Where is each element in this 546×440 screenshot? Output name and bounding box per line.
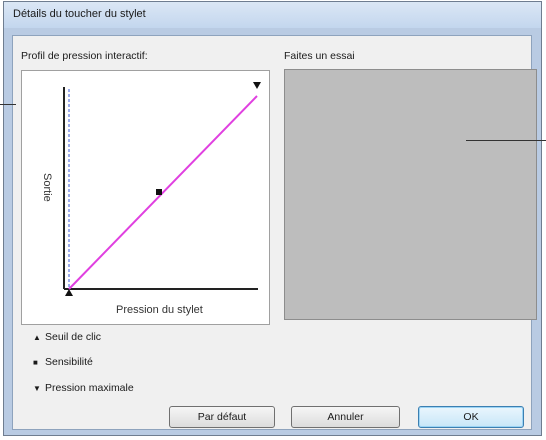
y-axis-label: Sortie xyxy=(41,173,53,202)
x-axis-label: Pression du stylet xyxy=(116,304,203,316)
pressure-curve-chart[interactable]: Sortie Pression du stylet xyxy=(22,71,269,324)
dialog-window: Détails du toucher du stylet Profil de p… xyxy=(3,1,542,436)
try-it-label: Faites un essai xyxy=(284,50,355,62)
test-drawing-area[interactable] xyxy=(284,69,537,320)
legend-click-threshold-label: Seuil de clic xyxy=(45,331,102,343)
window-title: Détails du toucher du stylet xyxy=(13,8,146,20)
title-bar[interactable]: Détails du toucher du stylet xyxy=(4,2,541,28)
legend-sensitivity: ■ Sensibilité xyxy=(33,355,93,369)
pressure-curve-line xyxy=(68,95,258,290)
legend-max-pressure-label: Pression maximale xyxy=(45,382,134,394)
legend-click-threshold: ▲ Seuil de clic xyxy=(33,330,101,344)
square-icon: ■ xyxy=(33,357,38,367)
callout-line-left xyxy=(0,104,16,105)
cancel-button[interactable]: Annuler xyxy=(291,406,400,428)
sensitivity-handle[interactable] xyxy=(156,189,162,195)
callout-line-right xyxy=(466,140,546,141)
triangle-up-icon: ▲ xyxy=(33,332,41,342)
triangle-down-icon: ▼ xyxy=(33,383,41,393)
pressure-graph-panel[interactable]: Sortie Pression du stylet xyxy=(21,70,270,325)
legend-max-pressure: ▼ Pression maximale xyxy=(33,381,134,395)
max-pressure-handle[interactable] xyxy=(253,82,261,89)
pressure-profile-label: Profil de pression interactif: xyxy=(21,50,148,62)
dialog-client-area: Profil de pression interactif: Faites un… xyxy=(12,35,537,430)
legend-sensitivity-label: Sensibilité xyxy=(45,356,93,368)
ok-button[interactable]: OK xyxy=(418,406,524,428)
default-button[interactable]: Par défaut xyxy=(169,406,275,428)
click-threshold-handle[interactable] xyxy=(65,289,73,296)
